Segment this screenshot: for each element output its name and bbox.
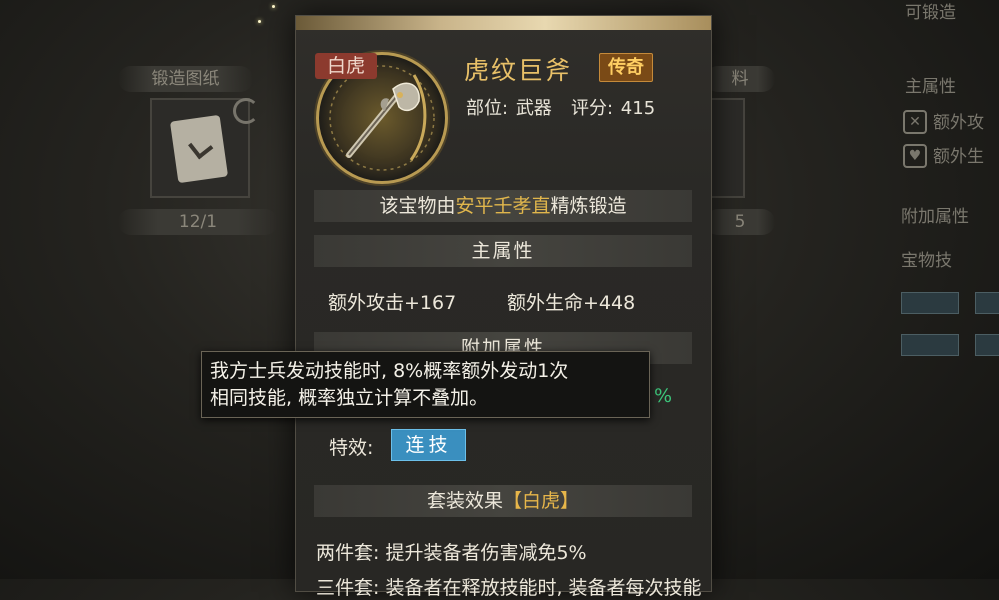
set-bracket-open: 【 xyxy=(502,490,522,512)
bg-treasure-skill-header: 宝物技 xyxy=(901,251,952,271)
extra-attr-value-peek: % xyxy=(654,385,673,407)
bg-material-count: 5 xyxy=(705,209,775,235)
bg-attr-health: 额外生 xyxy=(933,147,984,167)
item-slot-score: 部位: 武器 评分: 415 xyxy=(466,94,657,120)
forge-suffix: 精炼锻造 xyxy=(550,195,627,217)
forge-credit: 该宝物由安平壬孝直精炼锻造 xyxy=(314,190,692,222)
card-top-ornament xyxy=(296,16,711,30)
set-effect-header: 套装效果【白虎】 xyxy=(314,485,692,517)
bg-tab-material[interactable]: 料 xyxy=(705,66,775,92)
bg-tag-3[interactable] xyxy=(901,334,959,356)
stat-attack: 额外攻击+167 xyxy=(328,292,457,314)
tooltip-line-1: 我方士兵发动技能时, 8%概率额外发动1次 xyxy=(210,360,569,382)
main-attr-header: 主属性 xyxy=(314,235,692,267)
set-header-prefix: 套装效果 xyxy=(426,490,503,512)
forge-smith-name: 安平壬孝直 xyxy=(455,195,551,217)
effect-label: 特效: xyxy=(329,437,374,459)
bg-extra-attr-header: 附加属性 xyxy=(901,207,969,227)
bg-tag-2[interactable] xyxy=(975,292,999,314)
score-label: 评分: xyxy=(570,98,614,119)
tooltip-line-2: 相同技能, 概率独立计算不叠加。 xyxy=(210,387,489,409)
slot-value: 武器 xyxy=(515,98,552,119)
bg-top-right-fragment: 可锻造 xyxy=(905,3,956,23)
set-name: 白虎 xyxy=(522,490,561,512)
faction-badge: 白虎 xyxy=(315,53,377,79)
bg-tab-forge-drawings[interactable]: 锻造图纸 xyxy=(118,66,253,92)
rarity-badge: 传奇 xyxy=(599,53,653,82)
refresh-icon[interactable] xyxy=(233,98,259,124)
effect-chip-combo[interactable]: 连技 xyxy=(391,429,466,461)
set-bracket-close: 】 xyxy=(560,490,580,512)
stat-health: 额外生命+448 xyxy=(507,292,636,314)
slot-label: 部位: xyxy=(466,98,509,119)
bg-tag-1[interactable] xyxy=(901,292,959,314)
sparkle-decoration xyxy=(258,20,261,23)
heart-icon: ♥ xyxy=(903,144,927,168)
crossed-swords-icon: ✕ xyxy=(903,110,927,134)
forge-prefix: 该宝物由 xyxy=(379,195,456,217)
background-right-panel: 可锻造 料 5 主属性 ✕ 额外攻 ♥ 额外生 附加属性 宝物技 xyxy=(705,0,999,579)
score-value: 415 xyxy=(620,98,656,119)
set-two-piece: 两件套: 提升装备者伤害减免5% xyxy=(316,542,587,564)
effect-description-tooltip: 我方士兵发动技能时, 8%概率额外发动1次 相同技能, 概率独立计算不叠加。 xyxy=(201,351,650,418)
sparkle-decoration xyxy=(272,5,275,8)
item-tooltip-card: 白虎 虎纹巨斧 传奇 部位: 武器 评分: 415 该宝物由安平壬孝直精炼锻造 … xyxy=(295,15,712,599)
background-left-panel: 锻造图纸 12/1 xyxy=(0,0,290,579)
bg-attr-attack: 额外攻 xyxy=(933,113,984,133)
scroll-icon xyxy=(169,114,229,184)
set-three-piece: 三件套: 装备者在释放技能时, 装备者每次技能 xyxy=(316,577,702,599)
bg-main-attr-header: 主属性 xyxy=(905,77,956,97)
bg-tag-4[interactable] xyxy=(975,334,999,356)
bg-drawing-count: 12/1 xyxy=(118,209,278,235)
item-name: 虎纹巨斧 xyxy=(464,56,573,85)
